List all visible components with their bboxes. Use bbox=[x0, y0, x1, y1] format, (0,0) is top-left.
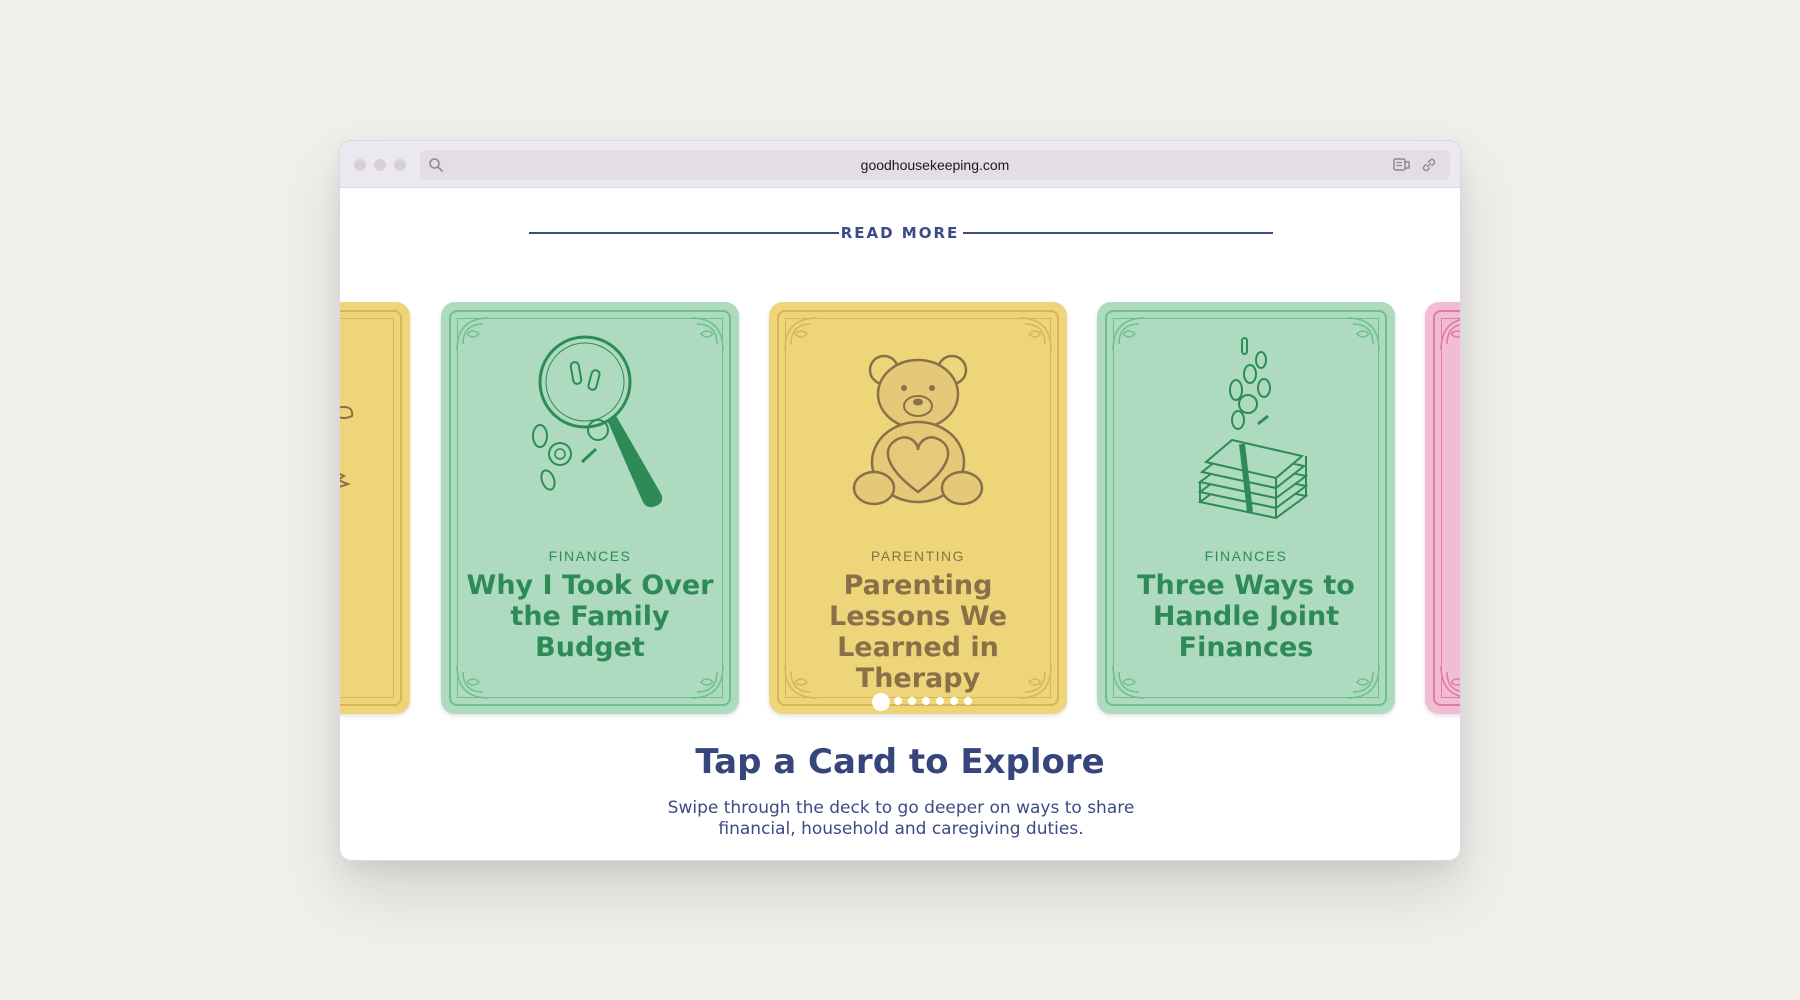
ornament-icon bbox=[1346, 317, 1380, 351]
card-parenting-lessons[interactable]: PARENTING Parenting Lessons We Learned i… bbox=[769, 302, 1067, 714]
ornament-icon bbox=[1440, 318, 1460, 351]
card-category: PARENTING bbox=[870, 548, 966, 564]
magnifying-glass-coins-icon bbox=[532, 335, 663, 508]
card-category: FINANCES bbox=[548, 548, 632, 564]
teddy-bear-heart-icon bbox=[852, 354, 984, 506]
ornament-icon bbox=[784, 317, 818, 351]
card-title: Three Ways to Handle Joint Finances bbox=[1137, 570, 1355, 663]
link-icon[interactable] bbox=[1420, 156, 1438, 179]
section-heading: READ MORE bbox=[840, 224, 960, 242]
zoom-window-button[interactable] bbox=[394, 159, 406, 171]
ornament-icon bbox=[1018, 317, 1052, 351]
card-partial-right[interactable] bbox=[1425, 302, 1460, 714]
pager-dot[interactable] bbox=[872, 693, 890, 711]
pager-dot[interactable] bbox=[964, 697, 972, 705]
address-bar[interactable]: goodhousekeeping.com bbox=[420, 150, 1450, 180]
page-content: READ MORE FINANCES Why I Took Over the F… bbox=[340, 188, 1460, 860]
cta-title: Tap a Card to Explore bbox=[695, 742, 1105, 782]
card-three-ways[interactable]: FINANCES Three Ways to Handle Joint Fina… bbox=[1097, 302, 1395, 714]
minimize-window-button[interactable] bbox=[374, 159, 386, 171]
browser-titlebar: goodhousekeeping.com bbox=[340, 141, 1460, 188]
reader-icon[interactable] bbox=[1392, 156, 1412, 179]
card-why-i-took-over[interactable]: FINANCES Why I Took Over the Family Budg… bbox=[441, 302, 739, 714]
pager-dot[interactable] bbox=[908, 697, 916, 705]
card-title: Why I Took Over the Family Budget bbox=[466, 570, 714, 663]
carousel-pager bbox=[340, 690, 1460, 711]
close-window-button[interactable] bbox=[354, 159, 366, 171]
read-more-header: READ MORE bbox=[340, 222, 1460, 242]
pager-dot[interactable] bbox=[950, 697, 958, 705]
pager-dot[interactable] bbox=[936, 697, 944, 705]
url-text: goodhousekeeping.com bbox=[860, 157, 1010, 173]
pager-dot[interactable] bbox=[922, 697, 930, 705]
money-stack-coins-icon bbox=[1197, 337, 1309, 520]
partial-card-icon bbox=[340, 406, 354, 488]
card-partial-left[interactable] bbox=[340, 302, 410, 714]
cta-subtitle: Swipe through the deck to go deeper on w… bbox=[667, 798, 1135, 839]
ornament-icon bbox=[456, 317, 490, 351]
pager-dot[interactable] bbox=[894, 697, 902, 705]
card-title: Parenting Lessons We Learned in Therapy bbox=[828, 570, 1008, 694]
browser-window: goodhousekeeping.com READ MORE FINANCES … bbox=[339, 140, 1461, 861]
ornament-icon bbox=[690, 317, 724, 351]
window-controls bbox=[354, 159, 406, 171]
ornament-icon bbox=[1112, 317, 1146, 351]
card-category: FINANCES bbox=[1204, 548, 1288, 564]
